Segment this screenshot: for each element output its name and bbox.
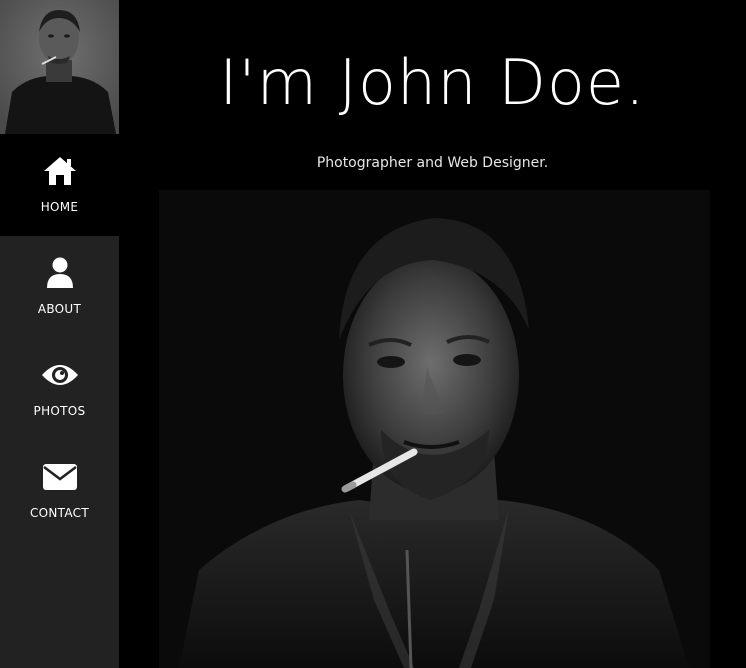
avatar[interactable] [0,0,119,134]
sidebar-item-label: ABOUT [37,302,82,316]
page-subtitle: Photographer and Web Designer. [316,155,549,171]
main-content: I'm John Doe. Photographer and Web Desig… [119,0,746,668]
avatar-portrait-image [0,0,119,134]
sidebar-item-about[interactable]: ABOUT [0,236,119,338]
sidebar-item-home[interactable]: HOME [0,134,119,236]
sidebar-item-label: PHOTOS [33,404,86,418]
sidebar-item-photos[interactable]: PHOTOS [0,338,119,440]
envelope-icon [42,460,78,494]
sidebar: HOME ABOUT PHOTOS CONTACT [0,0,119,668]
sidebar-item-label: HOME [40,200,79,214]
sidebar-item-contact[interactable]: CONTACT [0,440,119,542]
page-title: I'm John Doe. [219,46,646,119]
hero-portrait-image [159,190,710,668]
eye-icon [41,358,79,392]
sidebar-item-label: CONTACT [29,506,89,520]
hero-photo [159,190,710,668]
home-icon [43,154,77,188]
user-icon [46,256,74,290]
